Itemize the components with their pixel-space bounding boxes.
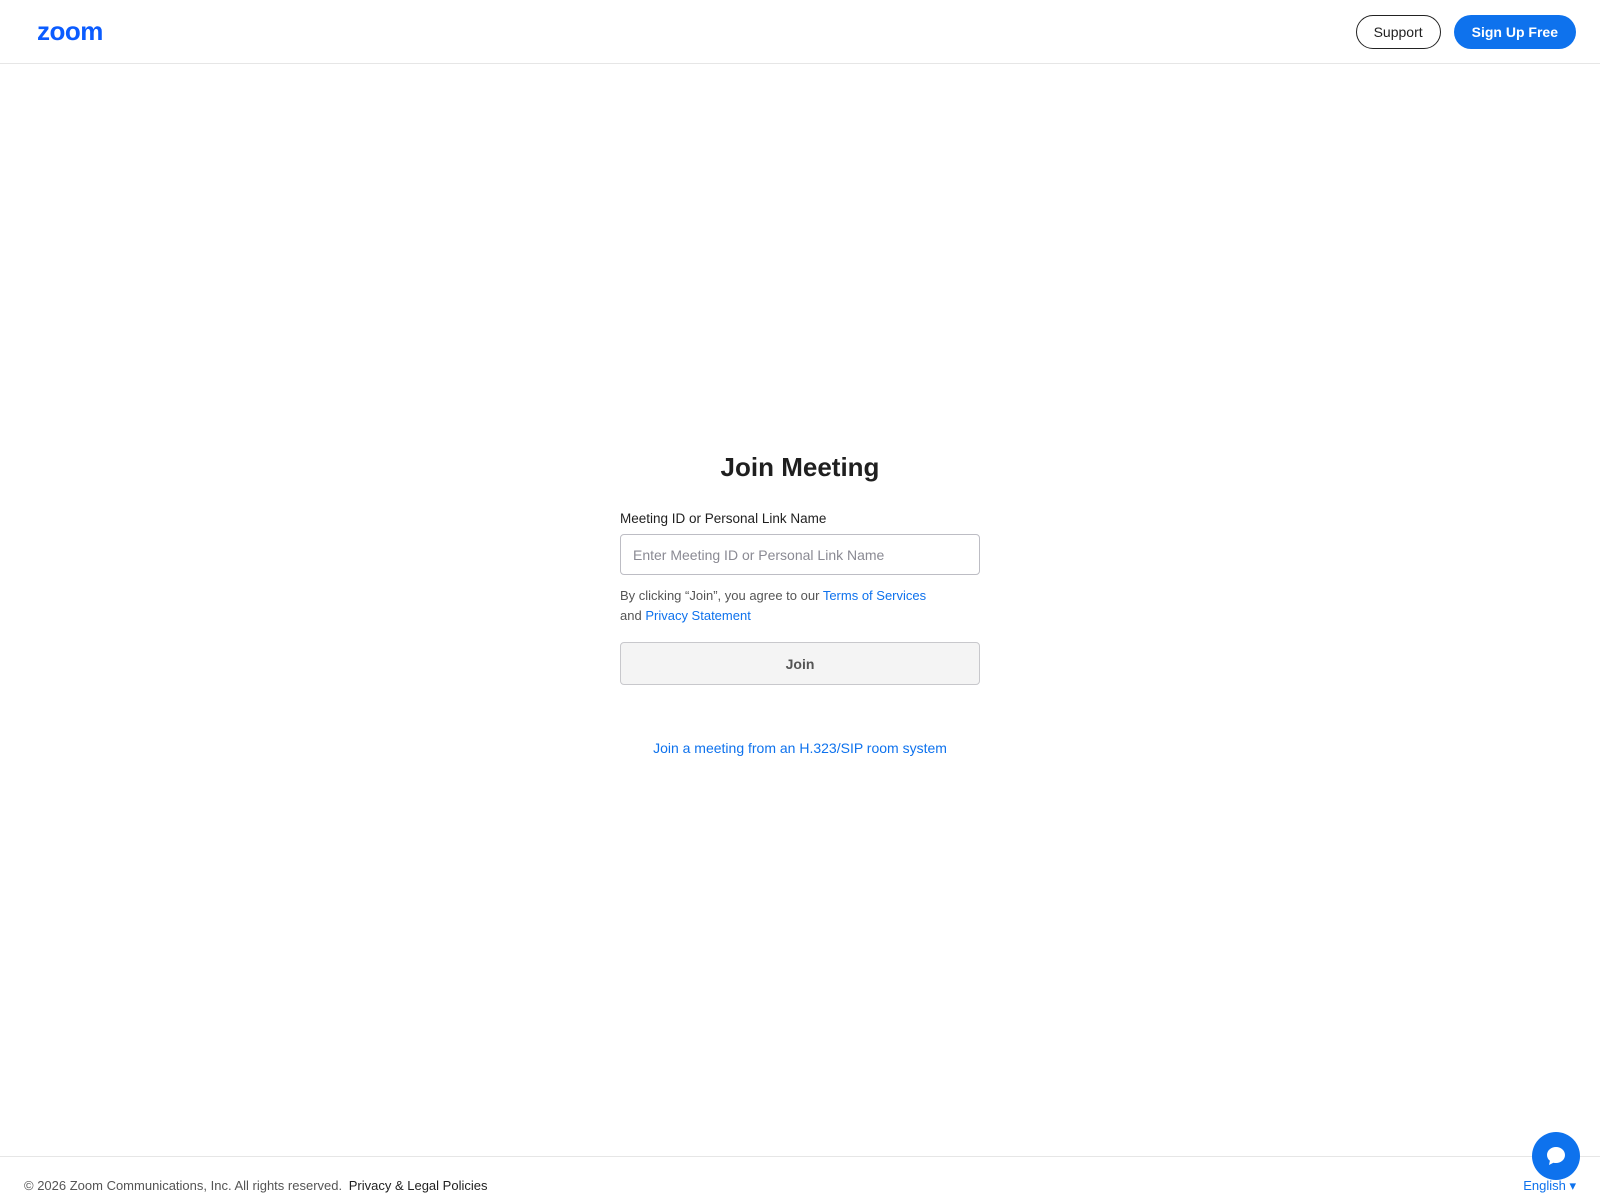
- footer: © 2026 Zoom Communications, Inc. All rig…: [0, 1156, 1600, 1200]
- agreement-and: and: [620, 608, 642, 623]
- join-meeting-form: Join Meeting Meeting ID or Personal Link…: [620, 452, 980, 756]
- header-actions: Support Sign Up Free: [1355, 14, 1576, 49]
- join-button[interactable]: Join: [620, 642, 980, 685]
- sip-room-system-link[interactable]: Join a meeting from an H.323/SIP room sy…: [620, 740, 980, 756]
- privacy-statement-link[interactable]: Privacy Statement: [645, 608, 751, 623]
- copyright: © 2026 Zoom Communications, Inc. All rig…: [24, 1178, 487, 1193]
- meeting-id-label: Meeting ID or Personal Link Name: [620, 511, 827, 526]
- meeting-id-input[interactable]: [620, 534, 980, 575]
- support-button[interactable]: Support: [1355, 14, 1441, 49]
- top-header: zoom Support Sign Up Free: [0, 0, 1600, 64]
- chat-bubble-icon: [1547, 1147, 1565, 1165]
- zoom-logo[interactable]: zoom: [37, 16, 103, 47]
- sign-up-button[interactable]: Sign Up Free: [1453, 14, 1576, 49]
- copyright-text: © 2026 Zoom Communications, Inc. All rig…: [24, 1178, 343, 1193]
- terms-of-services-link[interactable]: Terms of Services: [823, 588, 926, 603]
- page-title: Join Meeting: [720, 452, 880, 482]
- page: zoom Support Sign Up Free Join Meeting M…: [0, 0, 1600, 1200]
- privacy-legal-link[interactable]: Privacy & Legal Policies: [349, 1178, 488, 1193]
- agreement-text: By clicking “Join”, you agree to our Ter…: [620, 586, 980, 626]
- language-selector[interactable]: English ▾: [1523, 1178, 1576, 1194]
- chat-button[interactable]: [1532, 1132, 1580, 1180]
- agreement-prefix: By clicking “Join”, you agree to our: [620, 588, 820, 603]
